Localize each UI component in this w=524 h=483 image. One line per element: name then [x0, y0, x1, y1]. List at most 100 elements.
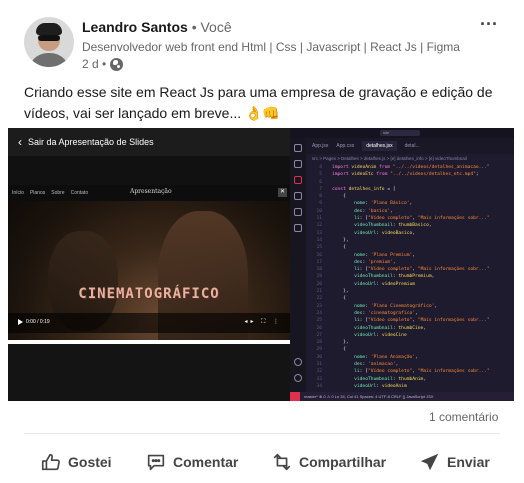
line-number: 7 — [319, 186, 322, 192]
line-number: 12 — [316, 223, 322, 229]
code-token: videoAnim — [351, 165, 380, 170]
code-line: 6 — [306, 179, 514, 186]
code-line: 9 nome: 'Plano Básico', — [306, 200, 514, 207]
code-line: 31 des: 'animacao', — [306, 361, 514, 368]
thumbs-up-icon — [41, 453, 60, 471]
code-token: videoBasico — [381, 230, 413, 236]
code-token: videoThumbnail — [332, 376, 393, 382]
editor-search: site — [380, 130, 420, 136]
code-token: : [ — [359, 216, 368, 222]
code-line: 27 videoUrl: videoCine — [306, 332, 514, 339]
comments-count[interactable]: 1 comentário — [429, 410, 498, 424]
editor-tab: detal... — [404, 143, 420, 149]
code-token: "Mais informações sobr..." — [417, 318, 490, 324]
code-token: : [ — [359, 267, 368, 273]
code-token: : [ — [359, 369, 368, 375]
line-number: 24 — [316, 310, 322, 316]
slideshow-viewer: ‹ Sair da Apresentação de Slides Início … — [8, 128, 290, 401]
code-line: 34 videoUrl: videoAnim — [306, 383, 514, 390]
code-line: 14 }, — [306, 237, 514, 244]
code-token: nome — [332, 252, 366, 258]
code-token: li — [332, 267, 360, 273]
code-token: des — [332, 310, 363, 316]
editor-tab-active: detalhes.jsx — [362, 141, 397, 151]
code-token: des — [332, 362, 363, 368]
code-line: 5 import videoEtc from "../../videos/deta… — [306, 171, 514, 178]
feed-post: Leandro Santos • Você Desenvolvedor web … — [0, 0, 524, 483]
code-token: 'basico' — [367, 208, 391, 214]
account-icon — [294, 358, 302, 366]
comment-button[interactable]: Comentar — [145, 450, 238, 474]
code-token: , — [392, 259, 396, 265]
code-line: 10 des: 'basico', — [306, 208, 514, 215]
line-number: 8 — [319, 194, 322, 200]
remote-indicator — [290, 392, 300, 401]
code-token: "Vídeo completo" — [367, 318, 413, 324]
line-number: 25 — [316, 318, 322, 324]
line-number: 4 — [319, 165, 322, 170]
line-number: 18 — [316, 267, 322, 273]
line-number: 20 — [316, 281, 322, 287]
code-token: videoCine — [381, 332, 407, 338]
back-arrow-icon[interactable]: ‹ — [18, 135, 22, 149]
line-number: 31 — [316, 362, 322, 368]
code-token: nome — [332, 201, 366, 207]
code-token: videoUrl — [332, 281, 377, 287]
code-token: ; — [475, 172, 479, 178]
code-token: thumbBasico — [398, 223, 429, 229]
code-token: , — [412, 230, 416, 236]
code-token: videoThumbnail — [332, 274, 393, 280]
code-token: { — [332, 194, 346, 200]
code-token: videoThumbnail — [332, 325, 393, 331]
like-button[interactable]: Gostei — [40, 450, 112, 474]
code-token: "Mais informações sobr..." — [417, 267, 490, 273]
send-button[interactable]: Enviar — [419, 450, 490, 474]
more-horizontal-icon[interactable]: ... — [479, 10, 499, 34]
line-number: 27 — [316, 332, 322, 338]
code-line: 29 { — [306, 346, 514, 353]
code-line: 7 const detalhes_info = [ — [306, 186, 514, 193]
video-controls: 0:00 / 0:19 ◂▸ ⛶ ⋮ — [8, 313, 290, 333]
line-number: 16 — [316, 252, 322, 258]
close-icon: ✕ — [278, 188, 287, 197]
code-token: 'animacao' — [367, 362, 396, 368]
editor-titlebar: site — [290, 128, 514, 138]
code-line: 13 videoUrl: videoBasico, — [306, 230, 514, 237]
site-brand: Apresentação — [130, 188, 172, 195]
code-area: 4 import videoAnim from "../../videos/det… — [306, 164, 514, 392]
code-token: li — [332, 216, 360, 222]
code-token: des — [332, 259, 363, 265]
author-avatar[interactable] — [24, 17, 74, 67]
site-navbar: Início Planos Sobre Contato Apresentação… — [8, 185, 290, 201]
post-image[interactable]: ‹ Sair da Apresentação de Slides Início … — [8, 128, 514, 401]
code-token: { — [332, 347, 346, 353]
code-token: }, — [332, 289, 349, 295]
post-time: 2 d • — [82, 57, 107, 71]
repost-icon — [273, 453, 291, 471]
line-number: 23 — [316, 303, 322, 309]
code-token: videoUrl — [332, 383, 377, 389]
author-name[interactable]: Leandro Santos — [82, 19, 188, 35]
author-relation: Você — [200, 19, 232, 35]
code-token: "../../videos/detalhes_etc.mp4" — [390, 172, 476, 178]
code-token: li — [332, 318, 360, 324]
line-number: 32 — [316, 369, 322, 375]
code-editor: site App.jsx App.css detalhes.jsx detal.… — [290, 128, 514, 401]
code-line: 12 videoThumbnail: thumbBasico, — [306, 222, 514, 229]
line-number: 5 — [319, 172, 322, 178]
code-token: 'Plano Premium' — [370, 252, 413, 258]
code-token: "Mais informações sobr..." — [417, 369, 490, 375]
editor-tabs: App.jsx App.css detalhes.jsx detal... — [306, 138, 514, 154]
exit-slideshow-label[interactable]: Sair da Apresentação de Slides — [28, 137, 154, 147]
share-button[interactable]: Compartilhar — [271, 450, 386, 474]
code-line: 15 { — [306, 244, 514, 251]
code-token: thumbCine — [398, 325, 424, 331]
line-number: 13 — [316, 230, 322, 236]
code-token: des — [332, 208, 363, 214]
share-label: Compartilhar — [299, 454, 387, 470]
site-nav-item: Planos — [29, 190, 46, 196]
avatar-glasses — [38, 35, 60, 41]
code-token: 'cinematografico' — [367, 310, 416, 316]
code-line: 11 li: ["Vídeo completo", "Mais informaç… — [306, 215, 514, 222]
editor-tab: App.jsx — [312, 143, 329, 149]
